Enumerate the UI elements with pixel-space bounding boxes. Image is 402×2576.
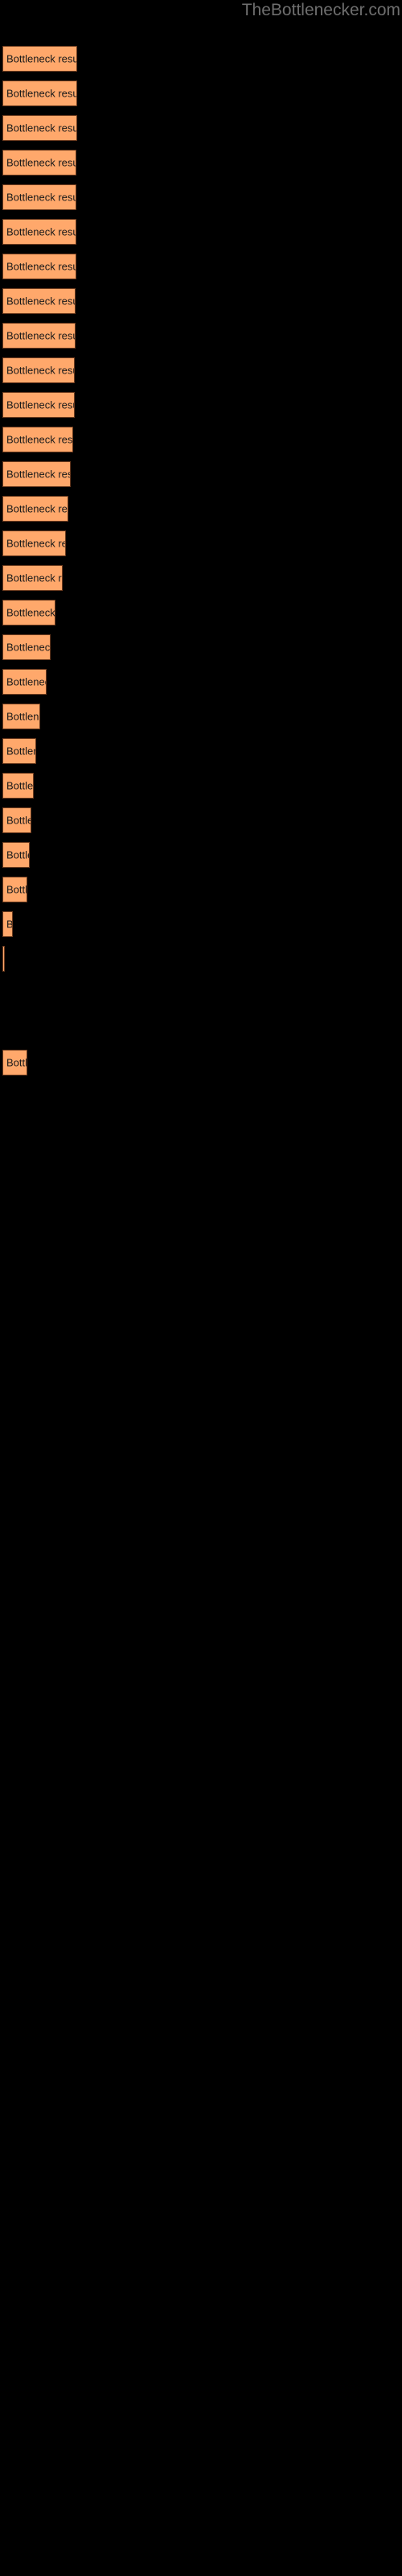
bar-row: Bottleneck result <box>0 357 402 385</box>
bar-label: Bottleneck result <box>6 87 77 100</box>
bar-series: Bottleneck result Bottleneck result Bottle… <box>0 0 402 2576</box>
bar-bottleneck-result[interactable]: Bottleneck result <box>2 946 5 972</box>
bar-bottleneck-result[interactable]: Bottleneck result <box>2 565 63 591</box>
bar-row: Bottleneck result <box>0 496 402 523</box>
bar-bottleneck-result[interactable]: Bottleneck result <box>2 80 77 106</box>
bar-bottleneck-result[interactable]: Bottleneck result <box>2 1050 27 1075</box>
bar-row: Bottleneck result <box>0 911 402 939</box>
bar-bottleneck-result[interactable]: Bottleneck result <box>2 877 27 902</box>
bar-bottleneck-result[interactable]: Bottleneck result <box>2 704 40 729</box>
bar-label: Bottleneck result <box>6 433 73 446</box>
bar-label: Bottleneck result <box>6 122 77 134</box>
bar-row: Bottleneck result <box>0 219 402 246</box>
bar-row: Bottleneck result <box>0 877 402 904</box>
bar-row: Bottleneck result <box>0 254 402 281</box>
bar-row: Bottleneck result <box>0 530 402 558</box>
bar-row: Bottleneck result <box>0 704 402 731</box>
bar-label: Bottleneck result <box>6 191 76 204</box>
bar-label: Bottleneck result <box>6 502 68 515</box>
bar-bottleneck-result[interactable]: Bottleneck result <box>2 115 77 141</box>
bar-row: Bottleneck result <box>0 946 402 973</box>
bar-row: Bottleneck result <box>0 807 402 835</box>
bar-row: Bottleneck result <box>0 323 402 350</box>
bar-label: Bottleneck result <box>6 468 70 481</box>
bar-row: Bottleneck result <box>0 773 402 800</box>
bar-bottleneck-result[interactable]: Bottleneck result <box>2 530 66 556</box>
bar-label: Bottleneck result <box>6 918 13 931</box>
bar-bottleneck-result[interactable]: Bottleneck result <box>2 842 30 868</box>
bar-bottleneck-result[interactable]: Bottleneck result <box>2 773 34 799</box>
bar-bottleneck-result[interactable]: Bottleneck result <box>2 288 76 314</box>
bar-row: Bottleneck result <box>0 669 402 696</box>
bottleneck-bar-chart: TheBottlenecker.com Bottleneck result Bot… <box>0 0 402 2576</box>
bar-row: Bottleneck result <box>0 288 402 316</box>
bar-label: Bottleneck result <box>6 537 65 550</box>
bar-bottleneck-result[interactable]: Bottleneck result <box>2 357 75 383</box>
bar-bottleneck-result[interactable]: Bottleneck result <box>2 254 76 279</box>
bar-label: Bottleneck result <box>6 745 35 758</box>
bar-row: Bottleneck result <box>0 427 402 454</box>
bar-row: Bottleneck result <box>0 634 402 662</box>
bar-row: Bottleneck result <box>0 461 402 489</box>
bar-label: Bottleneck result <box>6 156 76 169</box>
bar-bottleneck-result[interactable]: Bottleneck result <box>2 46 77 72</box>
bar-row: Bottleneck result <box>0 46 402 73</box>
bar-row: Bottleneck result <box>0 565 402 592</box>
bar-label: Bottleneck result <box>6 848 29 861</box>
bar-bottleneck-result[interactable]: Bottleneck result <box>2 669 47 695</box>
bar-row: Bottleneck result <box>0 150 402 177</box>
bar-bottleneck-result[interactable]: Bottleneck result <box>2 738 36 764</box>
bar-bottleneck-result[interactable]: Bottleneck result <box>2 392 75 418</box>
bar-label: Bottleneck result <box>6 606 55 619</box>
bar-label: Bottleneck result <box>6 329 75 342</box>
bar-label: Bottleneck result <box>6 295 75 308</box>
bar-bottleneck-result[interactable]: Bottleneck result <box>2 911 13 937</box>
bar-row: Bottleneck result <box>0 392 402 419</box>
bar-label: Bottleneck result <box>6 260 76 273</box>
bar-label: Bottleneck result <box>6 572 62 584</box>
bar-label: Bottleneck result <box>6 398 74 411</box>
bar-label: Bottleneck result <box>6 52 77 65</box>
bar-bottleneck-result[interactable]: Bottleneck result <box>2 323 76 349</box>
bar-bottleneck-result[interactable]: Bottleneck result <box>2 600 55 625</box>
bar-row: Bottleneck result <box>0 1050 402 1077</box>
bar-row: Bottleneck result <box>0 115 402 142</box>
bar-label: Bottleneck result <box>6 364 74 377</box>
bar-row: Bottleneck result <box>0 738 402 766</box>
bar-row: Bottleneck result <box>0 80 402 108</box>
bar-label: Bottleneck result <box>6 814 31 827</box>
bar-label: Bottleneck result <box>6 710 39 723</box>
bar-bottleneck-result[interactable]: Bottleneck result <box>2 807 31 833</box>
bar-row: Bottleneck result <box>0 842 402 869</box>
bar-label: Bottleneck result <box>6 675 46 688</box>
bar-bottleneck-result[interactable]: Bottleneck result <box>2 496 68 522</box>
bar-label: Bottleneck result <box>6 779 34 792</box>
bar-label: Bottleneck result <box>6 883 27 896</box>
bar-row: Bottleneck result <box>0 600 402 627</box>
bar-label: Bottleneck result <box>6 641 51 654</box>
bar-bottleneck-result[interactable]: Bottleneck result <box>2 184 76 210</box>
bar-bottleneck-result[interactable]: Bottleneck result <box>2 219 76 245</box>
bar-bottleneck-result[interactable]: Bottleneck result <box>2 634 51 660</box>
bar-bottleneck-result[interactable]: Bottleneck result <box>2 427 73 452</box>
bar-label: Bottleneck result <box>6 225 76 238</box>
bar-bottleneck-result[interactable]: Bottleneck result <box>2 150 76 175</box>
bar-bottleneck-result[interactable]: Bottleneck result <box>2 461 71 487</box>
bar-row: Bottleneck result <box>0 184 402 212</box>
bar-label: Bottleneck result <box>6 1056 27 1069</box>
